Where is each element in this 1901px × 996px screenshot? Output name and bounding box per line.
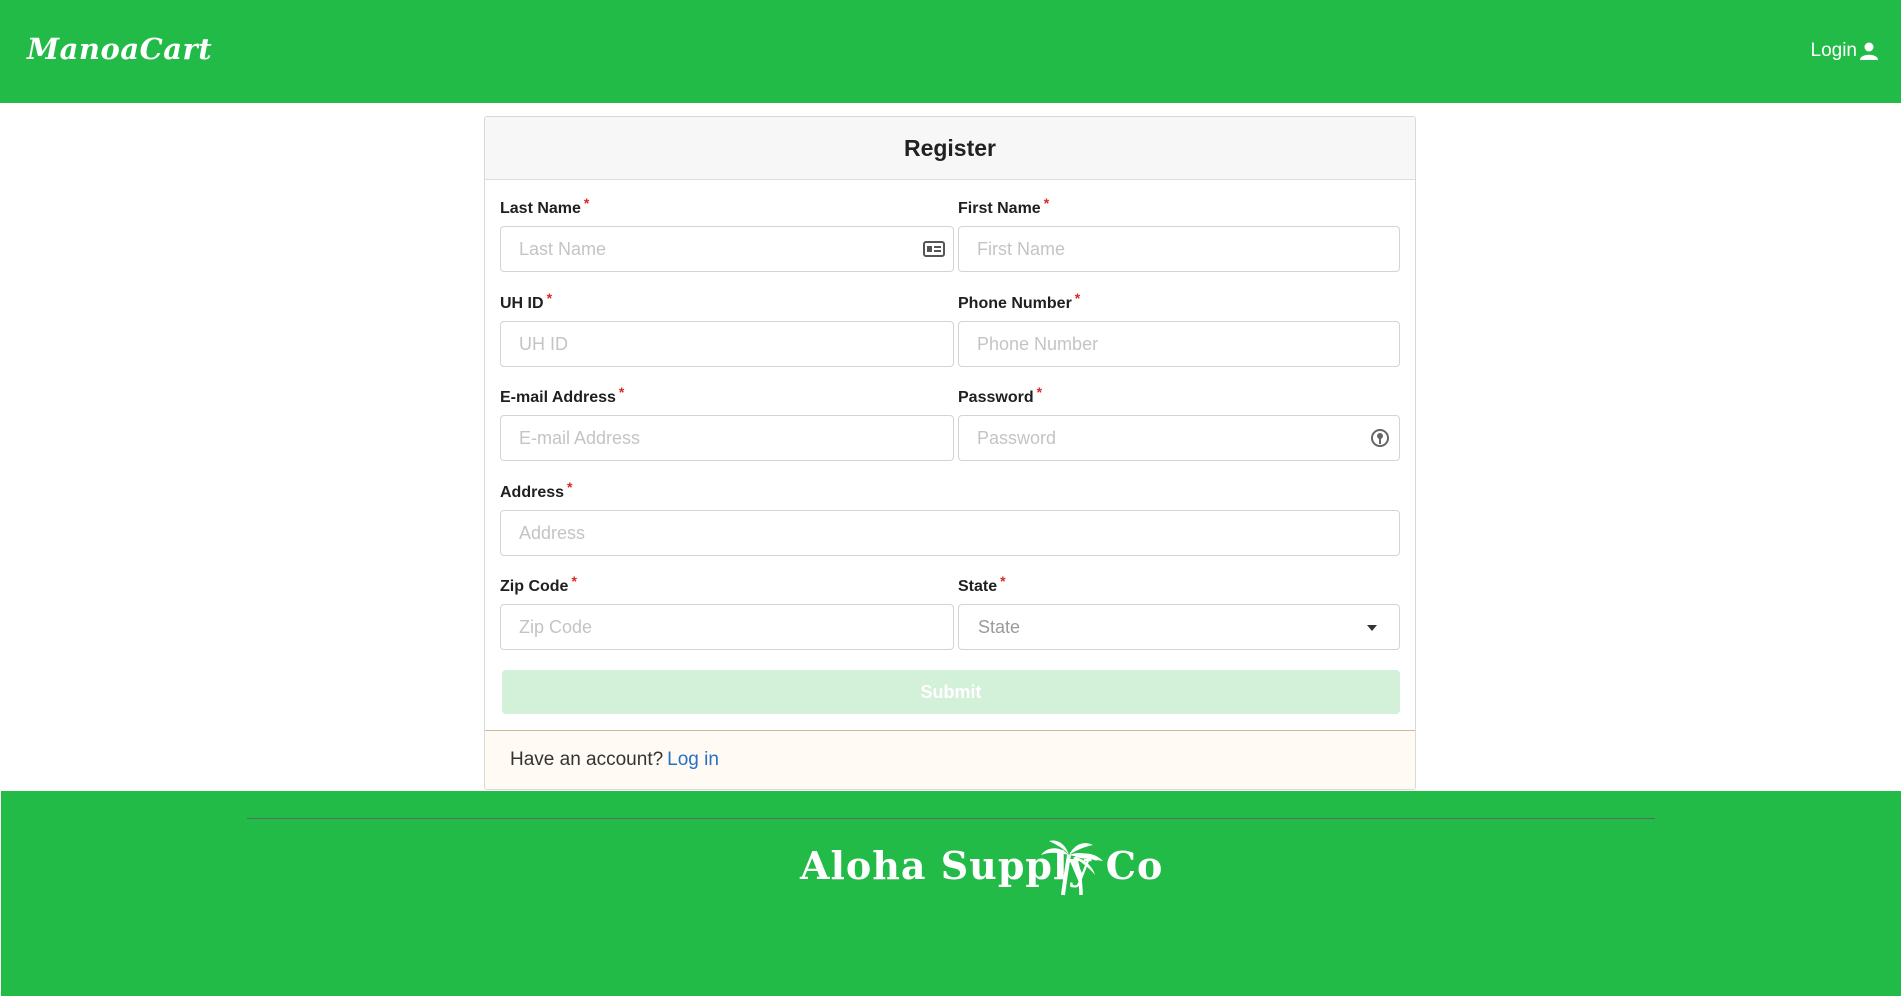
required-marker: * <box>618 384 625 400</box>
password-field: Password * <box>958 384 1400 461</box>
required-marker: * <box>583 195 590 211</box>
phone-label: Phone Number * <box>958 290 1081 312</box>
first-name-label: First Name * <box>958 195 1050 217</box>
user-icon <box>1860 42 1878 60</box>
palm-tree-icon <box>1041 840 1103 896</box>
required-marker: * <box>1074 290 1081 306</box>
login-prompt: Have an account? Log in <box>485 730 1415 789</box>
password-key-icon[interactable] <box>1369 428 1391 448</box>
state-field: State * State <box>958 573 1400 650</box>
phone-input[interactable] <box>959 322 1399 366</box>
address-input[interactable] <box>501 511 1399 555</box>
first-name-input-wrap <box>958 226 1400 272</box>
login-prompt-link[interactable]: Log in <box>667 749 719 771</box>
address-input-wrap <box>500 510 1400 556</box>
top-navbar: ManoaCart Login <box>0 0 1901 103</box>
uh-id-input-wrap <box>500 321 954 367</box>
login-link[interactable]: Login <box>1811 40 1880 62</box>
uh-id-input[interactable] <box>501 322 953 366</box>
address-label: Address * <box>500 479 573 501</box>
phone-input-wrap <box>958 321 1400 367</box>
register-card: Register Last Name* First Name* <box>484 116 1416 790</box>
caret-down-icon <box>1367 625 1377 631</box>
password-label: Password * <box>958 384 1043 406</box>
required-marker: * <box>571 573 577 589</box>
state-label: State * <box>958 573 1006 595</box>
last-name-field: Last Name * <box>500 195 954 272</box>
zip-input-wrap <box>500 604 954 650</box>
id-card-icon <box>923 241 945 257</box>
uh-id-field: UH ID * <box>500 290 954 367</box>
phone-field: Phone Number * <box>958 290 1400 367</box>
uh-id-label: UH ID * <box>500 290 553 312</box>
required-marker: * <box>1000 573 1006 589</box>
last-name-label: Last Name * <box>500 195 590 217</box>
required-marker: * <box>1043 195 1050 211</box>
first-name-field: First Name * <box>958 195 1400 272</box>
email-input-wrap <box>500 415 954 461</box>
zip-field: Zip Code * <box>500 573 954 650</box>
required-marker: * <box>546 290 553 306</box>
required-marker: * <box>1036 384 1043 400</box>
last-name-input-wrap <box>500 226 954 272</box>
first-name-input[interactable] <box>959 227 1399 271</box>
site-footer: Aloha Supply Co <box>1 791 1901 996</box>
footer-logo-text: Aloha Supply Co <box>800 843 1164 888</box>
email-label: E-mail Address * <box>500 384 625 406</box>
zip-label: Zip Code * <box>500 573 577 595</box>
required-marker: * <box>567 479 573 495</box>
register-title: Register <box>485 117 1415 180</box>
login-prompt-text: Have an account? <box>510 749 664 770</box>
state-dropdown[interactable]: State <box>958 604 1400 650</box>
login-label: Login <box>1810 40 1858 61</box>
last-name-input[interactable] <box>501 227 953 271</box>
email-input[interactable] <box>501 416 953 460</box>
zip-input[interactable] <box>501 605 953 649</box>
address-field: Address * <box>500 479 1400 556</box>
password-input-wrap <box>958 415 1400 461</box>
submit-button[interactable]: Submit <box>502 670 1400 714</box>
email-field: E-mail Address * <box>500 384 954 461</box>
footer-divider <box>247 818 1655 819</box>
state-dropdown-value: State <box>978 617 1021 637</box>
password-input[interactable] <box>959 416 1399 460</box>
brand-logo[interactable]: ManoaCart <box>27 32 212 66</box>
